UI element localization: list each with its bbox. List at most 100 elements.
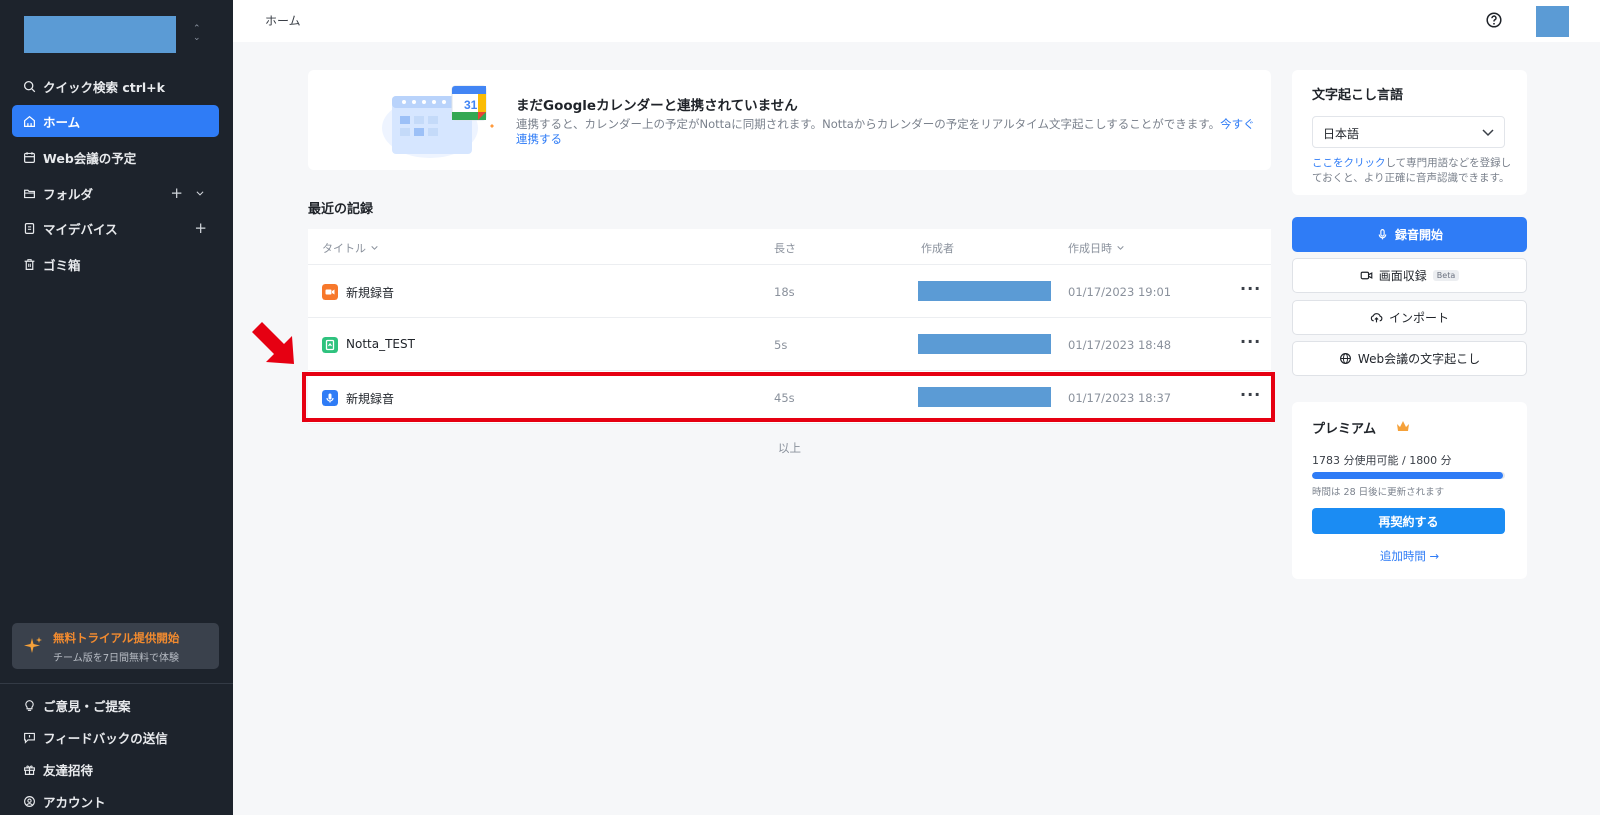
sidebar-item-label: ゴミ箱	[43, 257, 81, 273]
premium-title: プレミアム	[1312, 422, 1377, 437]
lightbulb-icon	[25, 699, 34, 711]
renew-button[interactable]: 再契約する	[1312, 508, 1505, 534]
avatar[interactable]	[1536, 6, 1569, 37]
table-header: タイトル 長さ 作成者 作成日時	[308, 229, 1271, 265]
premium-renewal-note: 時間は 28 日後に更新されます	[1312, 487, 1445, 498]
help-icon[interactable]	[1486, 12, 1502, 28]
sidebar-item-quick-search[interactable]: クイック検索 ctrl+k	[12, 70, 219, 102]
sidebar-item-label: 友達招待	[43, 762, 94, 778]
sidebar-item-my-device[interactable]: マイデバイス +	[12, 212, 219, 244]
usage-progress-fill	[1312, 472, 1504, 479]
header-title[interactable]: タイトル	[322, 240, 379, 256]
mic-icon	[1378, 229, 1387, 240]
sidebar-item-label: クイック検索 ctrl+k	[43, 79, 165, 95]
sidebar-item-account[interactable]: アカウント	[12, 785, 219, 815]
sidebar-item-invite[interactable]: 友達招待	[12, 753, 219, 785]
sidebar-item-trash[interactable]: ゴミ箱	[12, 248, 219, 280]
folder-icon	[24, 189, 35, 198]
sidebar-item-label: フィードバックの送信	[43, 730, 168, 746]
trial-subtitle: チーム版を7日間無料で体験	[53, 653, 180, 664]
chevron-down-icon	[1482, 129, 1494, 137]
recent-records-title: 最近の記録	[308, 202, 374, 217]
banner-description: 連携すると、カレンダー上の予定がNottaに同期されます。Nottaからカレンダ…	[516, 117, 1256, 147]
free-trial-card[interactable]: 無料トライアル提供開始 チーム版を7日間無料で体験	[12, 623, 219, 669]
file-icon	[322, 337, 338, 353]
sidebar-item-label: ホーム	[43, 114, 81, 130]
calendar-icon	[24, 151, 35, 163]
sidebar-item-label: フォルダ	[43, 186, 94, 202]
record-date: 01/17/2023 18:37	[1068, 391, 1172, 405]
workspace-caret-icon[interactable]: ⌃ ⌄	[193, 25, 201, 43]
header-author: 作成者	[921, 242, 954, 255]
home-icon	[24, 115, 35, 127]
calendar-day: 31	[464, 98, 478, 112]
web-meeting-transcribe-button[interactable]: Web会議の文字起こし	[1292, 341, 1527, 376]
record-date: 01/17/2023 18:48	[1068, 338, 1172, 352]
sidebar-item-folder[interactable]: フォルダ +	[12, 177, 219, 209]
sidebar-item-label: ご意見・ご提案	[43, 698, 131, 714]
sidebar-item-feedback[interactable]: フィードバックの送信	[12, 721, 219, 753]
gift-icon	[24, 765, 35, 775]
language-select[interactable]: 日本語	[1312, 116, 1505, 148]
screen-record-button[interactable]: 画面収録 Beta	[1292, 258, 1527, 293]
chevron-down-icon	[370, 246, 378, 250]
more-options-icon[interactable]: ···	[1240, 332, 1261, 351]
video-camera-icon	[1360, 271, 1373, 280]
sidebar-divider	[0, 683, 233, 684]
trial-title: 無料トライアル提供開始	[53, 631, 180, 645]
sidebar-item-home[interactable]: ホーム	[12, 105, 219, 137]
banner-title: まだGoogleカレンダーと連携されていません	[516, 98, 798, 114]
table-row[interactable]: 新規録音 45s 01/17/2023 18:37 ···	[308, 371, 1271, 424]
chevron-down-icon[interactable]	[195, 188, 205, 198]
header-length: 長さ	[774, 242, 796, 255]
click-here-link[interactable]: ここをクリック	[1312, 157, 1386, 169]
language-title: 文字起こし言語	[1312, 88, 1404, 103]
device-icon	[24, 222, 35, 234]
record-date: 01/17/2023 19:01	[1068, 285, 1172, 299]
sidebar-item-label: アカウント	[43, 794, 106, 810]
start-recording-button[interactable]: 録音開始	[1292, 217, 1527, 252]
calendar-banner: 31 まだGoogleカレンダーと連携されていません 連携すると、カレンダー上の…	[308, 70, 1271, 170]
beta-badge: Beta	[1432, 270, 1460, 281]
globe-icon	[1339, 353, 1351, 364]
transcription-language-card: 文字起こし言語 日本語 ここをクリックして専門用語などを登録しておくと、より正確…	[1292, 70, 1527, 195]
record-length: 5s	[774, 338, 788, 352]
workspace-switcher[interactable]	[24, 16, 176, 53]
language-selected: 日本語	[1323, 127, 1360, 141]
chevron-down-icon	[1116, 246, 1124, 250]
account-icon	[24, 795, 35, 807]
premium-card: プレミアム 1783 分使用可能 / 1800 分 時間は 28 日後に更新され…	[1292, 402, 1527, 579]
sidebar-item-suggestions[interactable]: ご意見・ご提案	[12, 689, 219, 721]
table-row[interactable]: Notta_TEST 5s 01/17/2023 18:48 ···	[308, 318, 1271, 371]
video-icon	[322, 284, 338, 300]
trash-icon	[24, 258, 35, 270]
record-author	[918, 334, 1051, 354]
record-length: 18s	[774, 285, 795, 299]
language-note: ここをクリックして専門用語などを登録しておくと、より正確に音声認識できます。	[1312, 157, 1512, 184]
import-button[interactable]: インポート	[1292, 300, 1527, 335]
usage-progress-bar	[1312, 472, 1505, 479]
record-name: 新規録音	[346, 392, 395, 406]
more-options-icon[interactable]: ···	[1240, 279, 1261, 298]
calendar-illustration-icon: 31	[382, 85, 494, 158]
premium-usage: 1783 分使用可能 / 1800 分	[1312, 454, 1452, 467]
header-date[interactable]: 作成日時	[1068, 240, 1125, 256]
mic-icon	[322, 390, 338, 406]
add-device-icon[interactable]: +	[194, 219, 207, 237]
feedback-icon	[24, 732, 35, 744]
record-author	[918, 387, 1051, 407]
record-name: 新規録音	[346, 286, 395, 300]
sidebar-item-label: Web会議の予定	[43, 150, 137, 166]
cloud-upload-icon	[1370, 313, 1383, 323]
sidebar: ⌃ ⌄ クイック検索 ctrl+k ホーム Web会議の予定 フォルダ + マイデ…	[0, 0, 233, 815]
table-row[interactable]: 新規録音 18s 01/17/2023 19:01 ···	[308, 265, 1271, 318]
end-of-list-label: 以上	[778, 441, 801, 455]
add-folder-icon[interactable]: +	[170, 184, 183, 202]
sparkle-icon	[24, 637, 42, 653]
sidebar-item-web-meetings[interactable]: Web会議の予定	[12, 141, 219, 173]
add-time-link[interactable]: 追加時間 →	[1292, 548, 1527, 564]
record-length: 45s	[774, 391, 795, 405]
record-name: Notta_TEST	[346, 337, 415, 351]
more-options-icon[interactable]: ···	[1240, 385, 1261, 404]
pointer-arrow-icon	[252, 322, 294, 364]
